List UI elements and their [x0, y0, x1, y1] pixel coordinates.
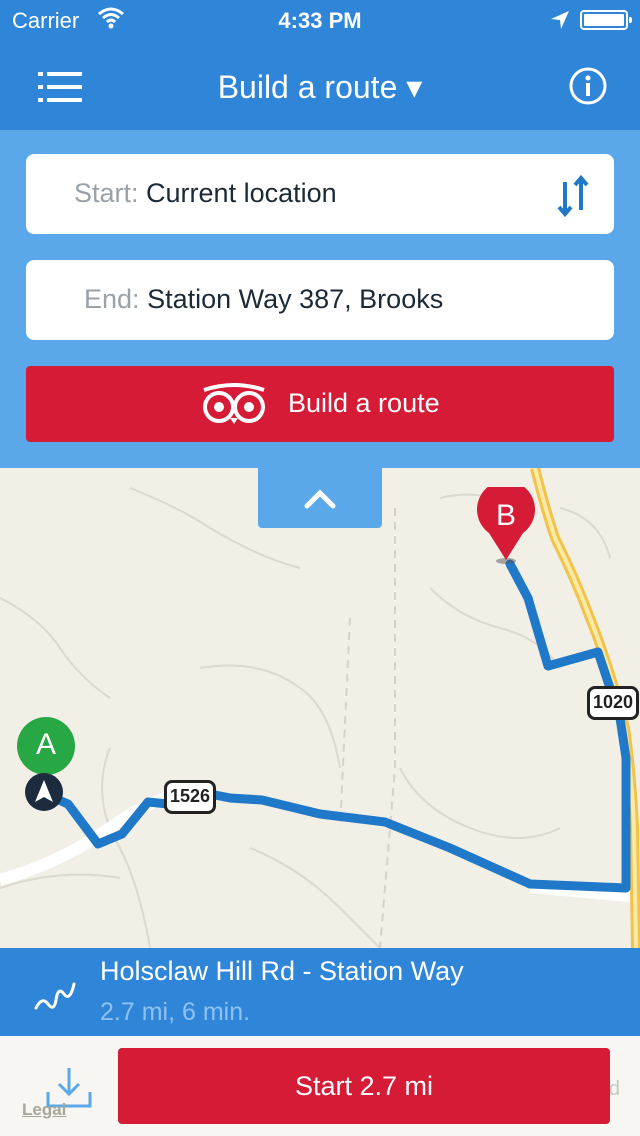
route-panel: Start: Current location End: Station Way…: [0, 130, 640, 468]
destination-marker[interactable]: B: [475, 480, 537, 565]
end-field[interactable]: End: Station Way 387, Brooks: [26, 260, 614, 340]
owl-icon: [203, 383, 265, 424]
map-attribution-fragment: d: [608, 1078, 620, 1100]
bottom-bar: Legal d Start 2.7 mi: [0, 1036, 640, 1136]
build-route-button[interactable]: Build a route: [26, 366, 614, 442]
route-squiggle-icon: [34, 982, 76, 1010]
end-value: Station Way 387, Brooks: [147, 284, 444, 314]
start-marker[interactable]: A: [16, 716, 76, 776]
battery-icon: [580, 10, 632, 30]
build-route-label: Build a route: [288, 388, 440, 418]
end-label: End:: [84, 284, 140, 314]
legal-link[interactable]: Legal: [22, 1100, 66, 1120]
current-location-icon: [25, 773, 63, 811]
road-shield-1526: 1526: [164, 780, 216, 814]
collapse-panel-button[interactable]: [258, 468, 382, 528]
start-label: Start:: [74, 178, 139, 208]
marker-b-label: B: [495, 499, 516, 532]
info-icon[interactable]: [568, 66, 608, 106]
status-bar: Carrier 4:33 PM: [0, 0, 640, 40]
start-value: Current location: [146, 178, 337, 208]
location-arrow-icon: [551, 11, 569, 29]
marker-a-label: A: [35, 728, 56, 761]
start-field[interactable]: Start: Current location: [26, 154, 614, 234]
nav-bar: Build a route ▾: [0, 40, 640, 130]
map-canvas: [0, 468, 640, 948]
route-summary[interactable]: Holsclaw Hill Rd - Station Way 2.7 mi, 6…: [0, 948, 640, 1036]
map-view[interactable]: 1020 1526: [0, 468, 640, 948]
nav-title-dropdown[interactable]: Build a route ▾: [0, 68, 640, 106]
road-shield-1020: 1020: [587, 686, 639, 720]
swap-icon[interactable]: [556, 174, 590, 218]
route-name: Holsclaw Hill Rd - Station Way: [100, 956, 464, 986]
chevron-up-icon: [304, 489, 336, 509]
start-navigation-button[interactable]: Start 2.7 mi: [118, 1048, 610, 1124]
status-time: 4:33 PM: [278, 8, 362, 33]
route-distance-time: 2.7 mi, 6 min.: [100, 998, 251, 1026]
